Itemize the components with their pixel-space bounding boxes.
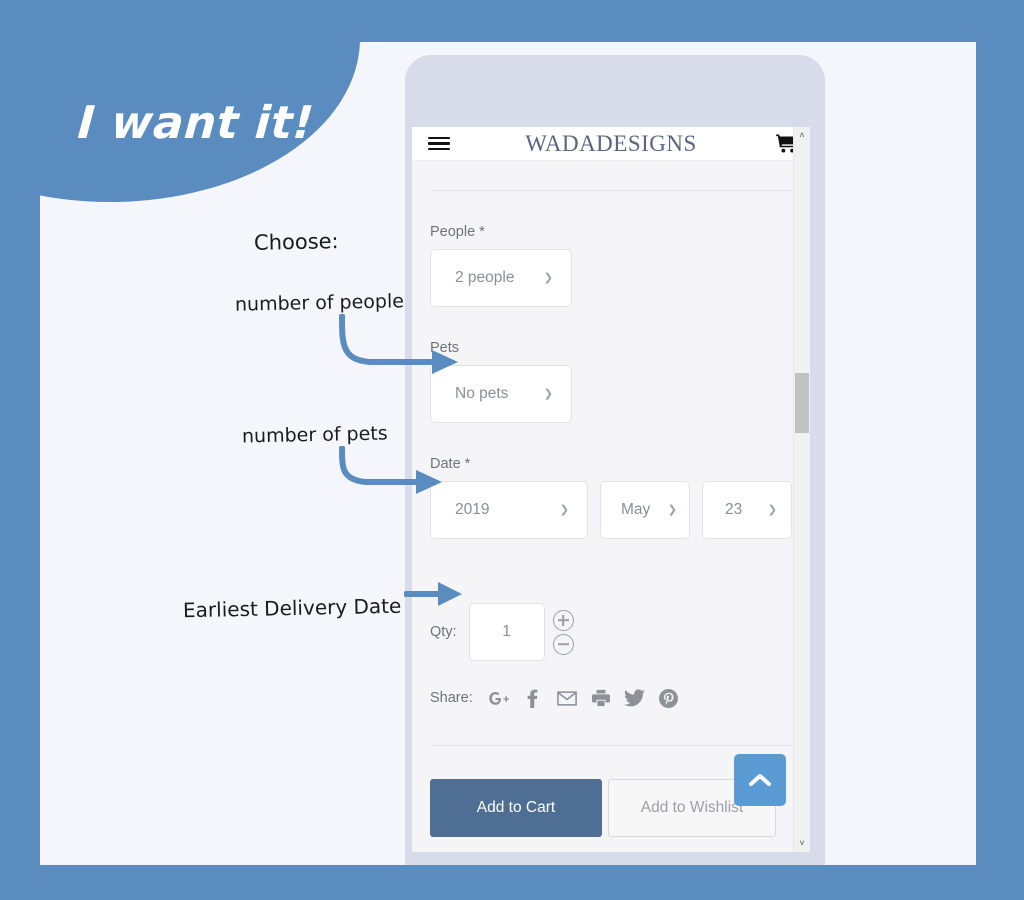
date-selectors: 2019 ❯ May ❯ 23 ❯: [430, 481, 792, 539]
hamburger-menu-icon[interactable]: [428, 136, 450, 151]
quantity-row: Qty: 1: [430, 603, 792, 661]
date-year-select[interactable]: 2019 ❯: [430, 481, 588, 539]
scrollbar-thumb[interactable]: [795, 373, 809, 433]
date-month-select[interactable]: May ❯: [600, 481, 690, 539]
date-label: Date *: [430, 456, 471, 472]
quantity-stepper: [552, 609, 574, 655]
site-header: WADADESIGNS: [412, 127, 810, 161]
scrollbar-up-arrow[interactable]: ˄: [794, 127, 810, 144]
pinterest-icon[interactable]: [657, 687, 681, 709]
bottom-divider: [430, 745, 792, 746]
twitter-icon[interactable]: [623, 687, 647, 709]
chevron-down-icon: ❯: [543, 271, 553, 284]
date-year-value: 2019: [455, 501, 490, 518]
chevron-down-icon: ❯: [559, 503, 569, 516]
date-day-value: 23: [725, 501, 743, 518]
pets-select[interactable]: No pets ❯: [430, 365, 572, 423]
share-row: Share:: [430, 687, 792, 709]
headline-text: I want it!: [76, 96, 316, 149]
date-day-select[interactable]: 23 ❯: [702, 481, 792, 539]
top-divider: [430, 190, 792, 191]
content-panel: I want it! Choose: number of people numb…: [40, 42, 976, 865]
share-label: Share:: [430, 690, 473, 706]
annotation-choose: Choose:: [253, 229, 339, 255]
quantity-label: Qty:: [430, 624, 457, 640]
scrollbar[interactable]: ˄ ˅: [793, 127, 810, 852]
people-select-value: 2 people: [455, 269, 515, 286]
add-to-cart-button[interactable]: Add to Cart: [430, 779, 602, 837]
plus-circle-icon[interactable]: [552, 609, 574, 631]
quantity-input[interactable]: 1: [468, 603, 545, 661]
scroll-to-top-button[interactable]: [734, 754, 786, 806]
annotation-earliest-delivery-date: Earliest Delivery Date: [182, 593, 402, 623]
google-plus-icon[interactable]: [487, 687, 511, 709]
pets-select-value: No pets: [455, 385, 509, 402]
pets-label: Pets: [430, 340, 460, 356]
email-icon[interactable]: [555, 687, 579, 709]
poster-canvas: I want it! Choose: number of people numb…: [0, 0, 1024, 900]
scrollbar-down-arrow[interactable]: ˅: [794, 835, 810, 852]
chevron-down-icon: ❯: [667, 503, 677, 516]
brand-title: WADADESIGNS: [525, 130, 697, 156]
annotation-number-of-pets: number of pets: [241, 422, 388, 448]
chevron-down-icon: ❯: [543, 387, 553, 400]
facebook-icon[interactable]: [521, 687, 545, 709]
minus-circle-icon[interactable]: [552, 633, 574, 655]
product-options-form: People * 2 people ❯ Pets No pets ❯ Date …: [412, 190, 810, 852]
print-icon[interactable]: [589, 687, 613, 709]
quantity-value: 1: [502, 623, 511, 640]
phone-screen: WADADESIGNS People * 2 people ❯ Pets No …: [412, 127, 810, 852]
date-month-value: May: [621, 501, 651, 518]
people-label: People *: [430, 224, 485, 240]
annotation-number-of-people: number of people: [234, 290, 405, 316]
people-select[interactable]: 2 people ❯: [430, 249, 572, 307]
chevron-down-icon: ❯: [767, 503, 777, 516]
chevron-up-icon: [749, 774, 771, 786]
